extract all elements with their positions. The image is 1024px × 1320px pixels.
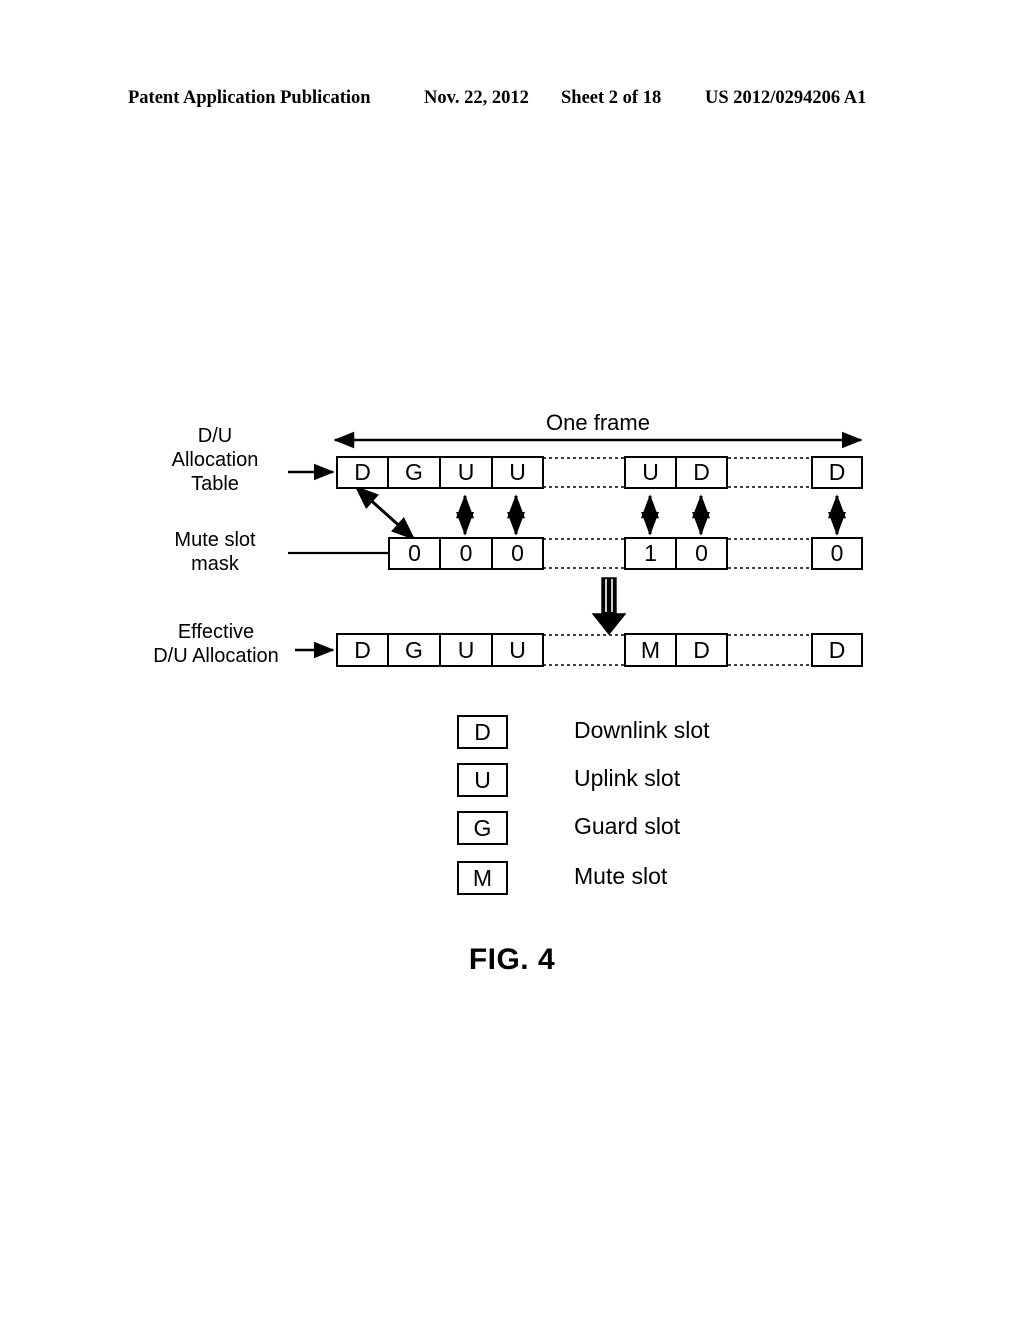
figure-caption: FIG. 4: [468, 943, 556, 976]
mask-cell[interactable]: 0: [811, 537, 863, 570]
effective-slot-cell[interactable]: D: [336, 633, 388, 667]
legend-label: Guard slot: [574, 813, 681, 839]
apply-mask-block-arrow: [591, 577, 627, 636]
effective-slot-cell[interactable]: G: [388, 633, 440, 667]
mask-cell[interactable]: 0: [440, 537, 492, 570]
effective-slot-cell[interactable]: D: [811, 633, 863, 667]
figure-4-diagram: One frame D/U Allocation Table Mute slot…: [0, 0, 1024, 1320]
legend-symbol-box: G: [457, 811, 508, 845]
legend-label: Uplink slot: [574, 765, 681, 791]
vertical-mapping-arrows: [456, 494, 847, 536]
effective-slot-cell[interactable]: U: [440, 633, 492, 667]
effective-slot-cell[interactable]: D: [676, 633, 728, 667]
effective-slot-cell[interactable]: M: [624, 633, 676, 667]
legend-symbol-box: M: [457, 861, 508, 895]
row-label-du-allocation-table: D/U Allocation Table: [171, 425, 259, 495]
legend-label: Downlink slot: [574, 717, 710, 743]
legend-symbol-box: D: [457, 715, 508, 749]
effective-slot-cell[interactable]: U: [492, 633, 544, 667]
one-frame-label: One frame: [546, 410, 650, 435]
slot-cell[interactable]: D: [811, 456, 863, 489]
slot-cell[interactable]: G: [388, 456, 440, 489]
mask-cell[interactable]: 0: [676, 537, 728, 570]
slot-cell[interactable]: D: [336, 456, 388, 489]
mask-cell[interactable]: 0: [388, 537, 440, 570]
mask-cell[interactable]: 1: [624, 537, 676, 570]
slot-cell[interactable]: D: [676, 456, 728, 489]
slot-cell[interactable]: U: [440, 456, 492, 489]
legend-symbol-box: U: [457, 763, 508, 797]
slot-cell[interactable]: U: [492, 456, 544, 489]
mask-cell[interactable]: 0: [492, 537, 544, 570]
row-label-effective-du-allocation: Effective D/U Allocation: [153, 621, 279, 667]
slot-cell[interactable]: U: [624, 456, 676, 489]
diagonal-mapping-arrow: [354, 485, 416, 541]
legend-label: Mute slot: [574, 863, 668, 889]
row-label-mute-slot-mask: Mute slot mask: [174, 529, 256, 575]
